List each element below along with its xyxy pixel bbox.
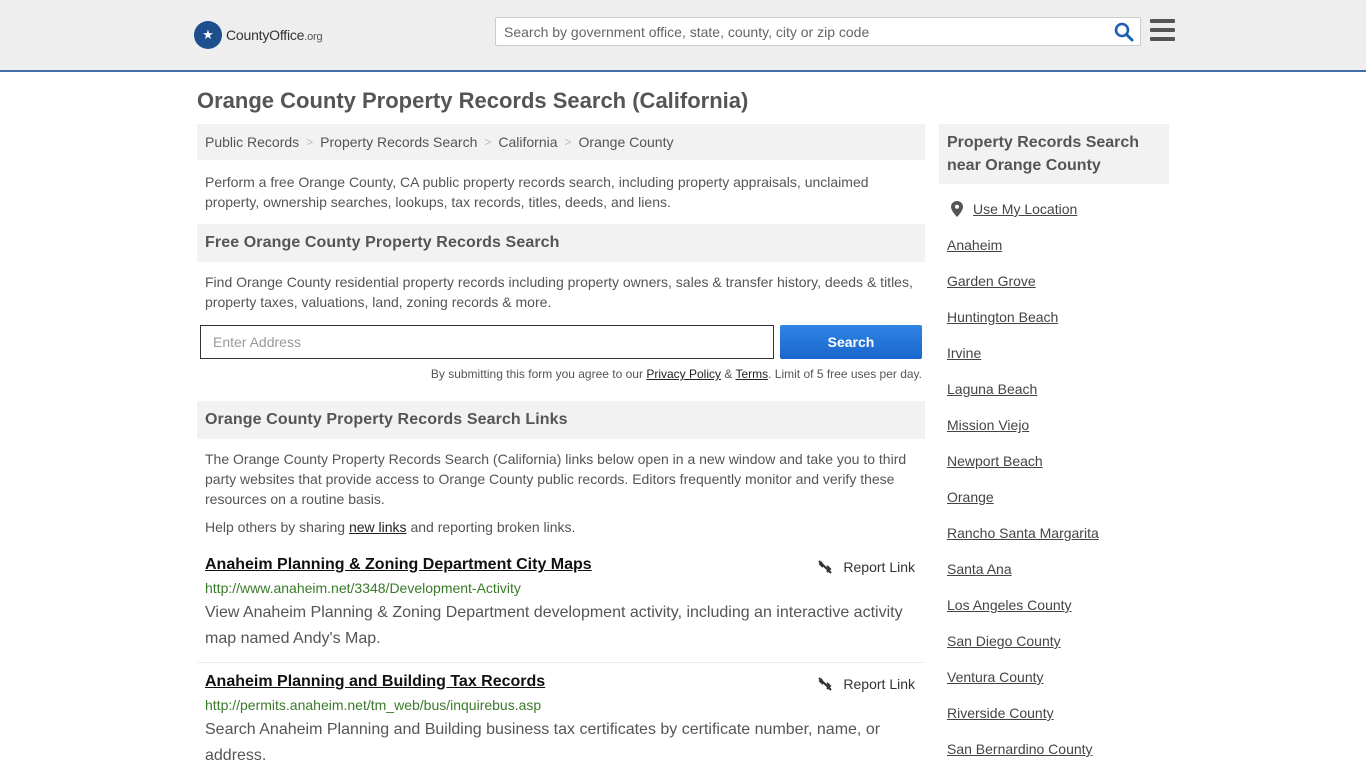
sidebar-link-newport-beach[interactable]: Newport Beach <box>947 453 1043 469</box>
sidebar-item: Santa Ana <box>947 561 1169 597</box>
broken-link-icon <box>818 677 833 691</box>
report-link-button[interactable]: Report Link <box>817 559 915 575</box>
list-item: Anaheim Planning and Building Tax Record… <box>197 673 925 768</box>
page-title: Orange County Property Records Search (C… <box>197 88 749 113</box>
sidebar-link-ventura-county[interactable]: Ventura County <box>947 669 1044 685</box>
site-search <box>495 17 1141 46</box>
sidebar-link-san-diego-county[interactable]: San Diego County <box>947 633 1061 649</box>
chevron-right-icon: > <box>306 135 314 149</box>
breadcrumb-orange-county: Orange County <box>578 134 674 150</box>
map-pin-icon <box>951 201 963 217</box>
address-input[interactable] <box>200 325 774 359</box>
sidebar-link-laguna-beach[interactable]: Laguna Beach <box>947 381 1037 397</box>
sidebar-item: San Bernardino County <box>947 741 1169 768</box>
sidebar-item: Newport Beach <box>947 453 1169 489</box>
sidebar-item: San Diego County <box>947 633 1169 669</box>
broken-link-icon <box>818 560 833 574</box>
sidebar-item: Laguna Beach <box>947 381 1169 417</box>
use-location-item: Use My Location <box>947 201 1169 237</box>
sidebar-item: Huntington Beach <box>947 309 1169 345</box>
links-section-description: The Orange County Property Records Searc… <box>205 451 907 507</box>
breadcrumb-public-records[interactable]: Public Records <box>205 134 299 150</box>
resource-link-description: View Anaheim Planning & Zoning Departmen… <box>205 604 903 647</box>
address-search-form: Search <box>197 325 925 361</box>
use-my-location-link[interactable]: Use My Location <box>973 201 1077 217</box>
sidebar-item: Riverside County <box>947 705 1169 741</box>
free-search-heading: Free Orange County Property Records Sear… <box>197 224 925 262</box>
sidebar-link-santa-ana[interactable]: Santa Ana <box>947 561 1012 577</box>
terms-link[interactable]: Terms <box>735 367 768 381</box>
sidebar-item: Irvine <box>947 345 1169 381</box>
links-section-heading: Orange County Property Records Search Li… <box>197 401 925 439</box>
sidebar-item: Los Angeles County <box>947 597 1169 633</box>
privacy-policy-link[interactable]: Privacy Policy <box>646 367 721 381</box>
sidebar-link-san-bernardino-county[interactable]: San Bernardino County <box>947 741 1093 757</box>
sidebar-link-orange[interactable]: Orange <box>947 489 994 505</box>
site-header: ★ CountyOffice.org <box>0 0 1366 72</box>
resource-link-title[interactable]: Anaheim Planning and Building Tax Record… <box>205 673 545 691</box>
sidebar-link-rancho-santa-margarita[interactable]: Rancho Santa Margarita <box>947 525 1099 541</box>
search-icon[interactable] <box>1114 22 1134 42</box>
report-link-button[interactable]: Report Link <box>817 676 915 692</box>
breadcrumb: Public Records > Property Records Search… <box>197 124 925 160</box>
resource-link-url[interactable]: http://www.anaheim.net/3348/Development-… <box>205 580 917 596</box>
sidebar-item: Mission Viejo <box>947 417 1169 453</box>
seal-icon: ★ <box>194 21 222 49</box>
logo-text: CountyOffice <box>226 27 305 43</box>
help-text: Help others by sharing new links and rep… <box>205 519 576 535</box>
logo-tld: .org <box>304 31 323 43</box>
form-disclaimer: By submitting this form you agree to our… <box>430 367 922 381</box>
main-content: Public Records > Property Records Search… <box>197 124 925 768</box>
sidebar-link-irvine[interactable]: Irvine <box>947 345 981 361</box>
sidebar-link-anaheim[interactable]: Anaheim <box>947 237 1002 253</box>
resource-link-url[interactable]: http://permits.anaheim.net/tm_web/bus/in… <box>205 697 917 713</box>
report-link-label: Report Link <box>843 676 915 692</box>
chevron-right-icon: > <box>564 135 572 149</box>
sidebar-link-los-angeles-county[interactable]: Los Angeles County <box>947 597 1072 613</box>
sidebar-item: Orange <box>947 489 1169 525</box>
intro-text: Perform a free Orange County, CA public … <box>205 174 869 210</box>
sidebar-link-mission-viejo[interactable]: Mission Viejo <box>947 417 1029 433</box>
sidebar-list: Use My Location Anaheim Garden Grove Hun… <box>947 201 1169 768</box>
report-link-label: Report Link <box>843 559 915 575</box>
breadcrumb-california[interactable]: California <box>498 134 557 150</box>
sidebar-item: Rancho Santa Margarita <box>947 525 1169 561</box>
site-search-input[interactable] <box>496 18 1106 45</box>
chevron-right-icon: > <box>484 135 492 149</box>
sidebar-link-garden-grove[interactable]: Garden Grove <box>947 273 1036 289</box>
sidebar-heading: Property Records Search near Orange Coun… <box>939 124 1169 184</box>
sidebar-link-huntington-beach[interactable]: Huntington Beach <box>947 309 1058 325</box>
sidebar-item: Anaheim <box>947 237 1169 273</box>
sidebar-item: Ventura County <box>947 669 1169 705</box>
new-links-link[interactable]: new links <box>349 519 407 535</box>
hamburger-menu-icon[interactable] <box>1150 19 1175 41</box>
address-search-button[interactable]: Search <box>780 325 922 359</box>
sidebar-item: Garden Grove <box>947 273 1169 309</box>
list-item: Anaheim Planning & Zoning Department Cit… <box>197 556 925 663</box>
free-search-description: Find Orange County residential property … <box>205 274 913 310</box>
resource-link-description: Search Anaheim Planning and Building bus… <box>205 721 881 764</box>
sidebar-link-riverside-county[interactable]: Riverside County <box>947 705 1054 721</box>
breadcrumb-property-records-search[interactable]: Property Records Search <box>320 134 477 150</box>
resource-link-title[interactable]: Anaheim Planning & Zoning Department Cit… <box>205 556 592 574</box>
site-logo[interactable]: ★ CountyOffice.org <box>194 21 323 49</box>
